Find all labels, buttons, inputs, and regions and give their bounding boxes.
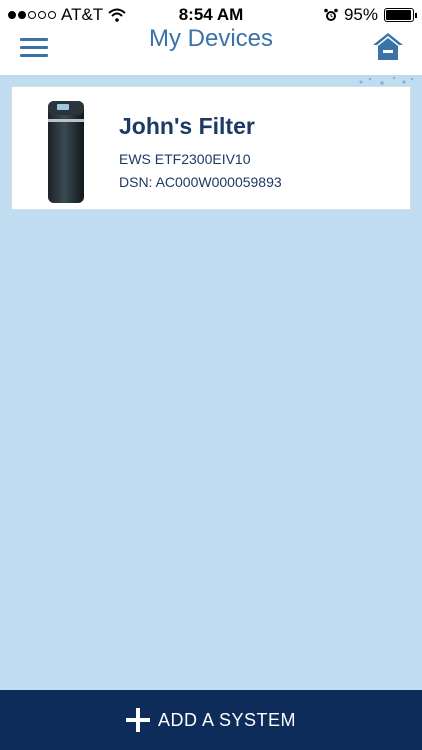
page-title: My Devices — [0, 27, 422, 68]
battery-fill — [386, 10, 411, 20]
battery-percent: 95% — [343, 5, 378, 24]
water-filter-device-icon — [48, 101, 84, 203]
home-icon[interactable] — [372, 32, 404, 62]
plus-icon — [125, 708, 150, 732]
status-right: 95% — [324, 5, 417, 25]
page-title-text: My Devices — [148, 25, 274, 52]
alarm-clock-icon — [324, 8, 338, 21]
nav-bar: My Devices — [0, 27, 422, 76]
device-model: EWS ETF2300EIV10 — [119, 151, 251, 167]
add-system-label: ADD A SYSTEM — [157, 709, 297, 730]
devices-list: John's Filter EWS ETF2300EIV10 DSN: AC00… — [0, 76, 422, 690]
add-system-button[interactable]: ADD A SYSTEM — [0, 690, 422, 750]
device-dsn: DSN: AC000W000059893 — [119, 174, 282, 190]
device-name: John's Filter — [119, 113, 255, 139]
battery-icon — [384, 8, 417, 22]
device-card[interactable]: John's Filter EWS ETF2300EIV10 DSN: AC00… — [11, 86, 411, 210]
